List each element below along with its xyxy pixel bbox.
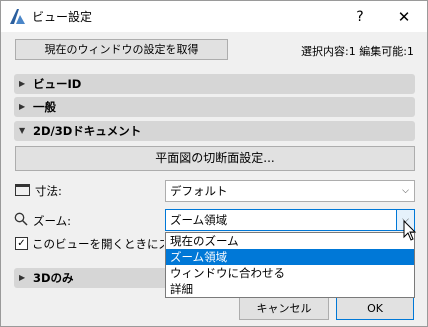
dropdown-option-fit-to-window[interactable]: ウィンドウに合わせる	[166, 265, 414, 281]
dimension-icon	[15, 184, 30, 196]
get-current-window-settings-button[interactable]: 現在のウィンドウの設定を取得	[15, 39, 228, 60]
selection-info: 選択内容:1 編集可能:1	[301, 45, 414, 58]
floor-plan-cut-plane-button[interactable]: 平面図の切断面設定...	[15, 146, 415, 171]
zoom-on-open-label: このビューを開くときにズームと	[32, 237, 164, 251]
zoom-label: ズーム:	[33, 214, 72, 228]
window-title: ビュー設定	[32, 10, 93, 24]
close-button[interactable]: ✕	[389, 5, 419, 29]
title-bar[interactable]: ビュー設定 ? ✕	[1, 1, 427, 32]
ok-button[interactable]: OK	[336, 297, 414, 320]
expand-arrow-icon: ▶	[19, 79, 26, 88]
dropdown-option-details[interactable]: 詳細	[166, 281, 414, 297]
dimension-select-value: デフォルト	[170, 184, 228, 198]
section-2d3d-document[interactable]: ▼ 2D/3Dドキュメント	[14, 121, 415, 141]
expand-arrow-icon: ▶	[19, 273, 26, 282]
section-label: 一般	[33, 100, 56, 114]
expand-arrow-icon: ▶	[19, 102, 26, 111]
dropdown-option-current-zoom[interactable]: 現在のズーム	[166, 233, 414, 249]
section-label: ビューID	[33, 77, 82, 91]
collapse-arrow-icon: ▼	[19, 126, 26, 135]
section-view-id[interactable]: ▶ ビューID	[14, 74, 415, 94]
zoom-select[interactable]: ズーム領域 ⌵	[165, 209, 415, 231]
zoom-select-value: ズーム領域	[170, 213, 228, 227]
section-general[interactable]: ▶ 一般	[14, 97, 415, 117]
mouse-cursor-icon	[403, 220, 417, 241]
dimension-select[interactable]: デフォルト ⌵	[165, 180, 415, 202]
zoom-dropdown-list: 現在のズーム ズーム領域 ウィンドウに合わせる 詳細	[165, 232, 415, 298]
help-button[interactable]: ?	[345, 5, 375, 29]
view-settings-dialog: ビュー設定 ? ✕ 現在のウィンドウの設定を取得 選択内容:1 編集可能:1 ▶…	[0, 0, 428, 327]
dimension-label: 寸法:	[35, 184, 62, 198]
section-label: 2D/3Dドキュメント	[33, 124, 142, 138]
section-label: 3Dのみ	[33, 271, 74, 285]
chevron-down-icon: ⌵	[402, 186, 409, 196]
zoom-on-open-checkbox[interactable]: ✓	[15, 237, 28, 250]
cancel-button[interactable]: キャンセル	[239, 297, 329, 320]
archicad-app-icon	[10, 9, 25, 24]
search-icon	[14, 212, 28, 226]
dropdown-option-zoom-area[interactable]: ズーム領域	[166, 249, 414, 265]
